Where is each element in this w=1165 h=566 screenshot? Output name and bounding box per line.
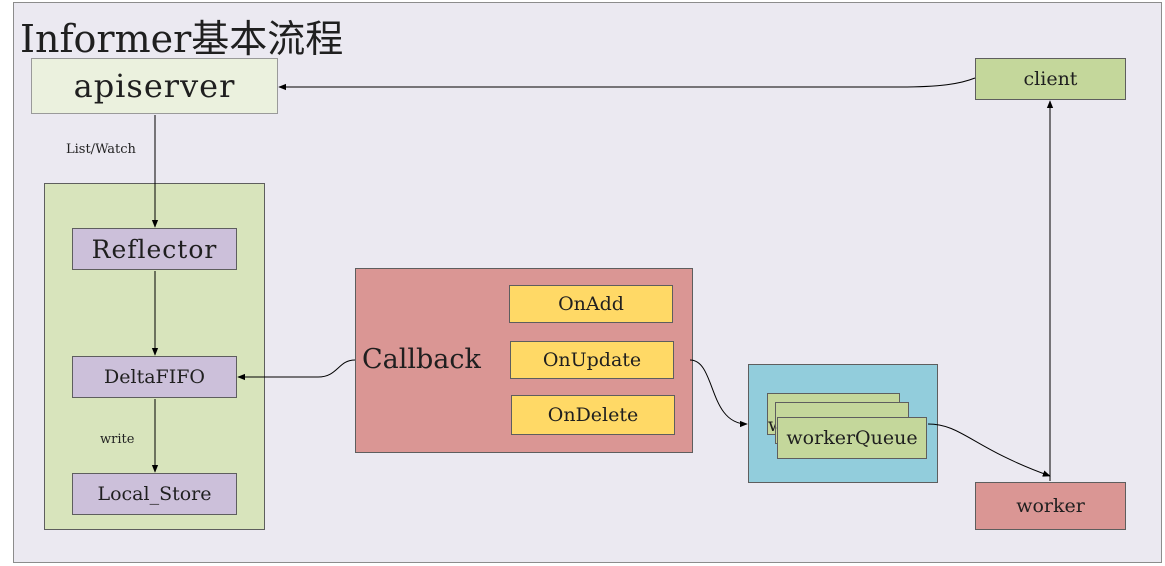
connectors (151, 77, 1054, 481)
edge-callback-deltafifo (237, 359, 356, 381)
edge-onupdate-queue (689, 359, 748, 428)
edge-client-apiserver (278, 77, 976, 91)
edge-queue-worker (927, 423, 1051, 477)
diagram-canvas: Informer基本流程 Callback apiserver client R… (0, 0, 1165, 566)
